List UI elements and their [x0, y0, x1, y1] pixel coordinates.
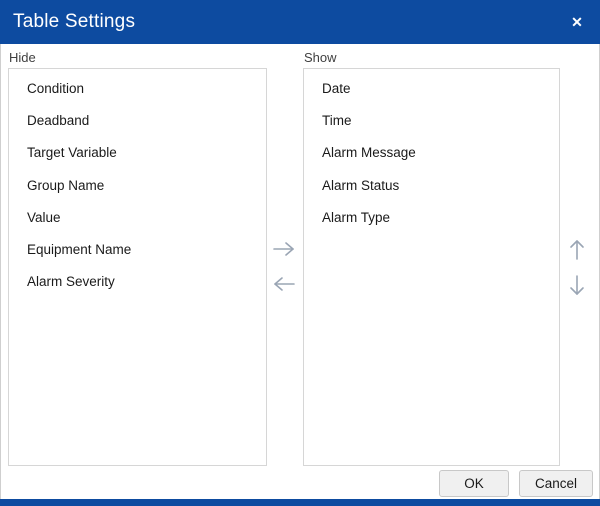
hide-list-item[interactable]: Target Variable — [9, 137, 266, 169]
move-down-button[interactable] — [563, 272, 591, 298]
hide-list-item[interactable]: Condition — [9, 72, 266, 104]
hide-list-item[interactable]: Value — [9, 201, 266, 233]
up-arrow-icon — [569, 239, 585, 261]
close-icon: ✕ — [571, 15, 583, 29]
dialog-titlebar: Table Settings — [0, 0, 600, 44]
show-list-label: Show — [304, 50, 337, 65]
down-arrow-icon — [569, 274, 585, 296]
dialog-bottom-accent-strip — [0, 499, 600, 506]
hide-list-label: Hide — [9, 50, 36, 65]
show-list-item[interactable]: Alarm Status — [304, 169, 559, 201]
move-to-hide-button[interactable] — [270, 271, 298, 297]
right-arrow-icon — [272, 241, 296, 257]
show-list-item[interactable]: Alarm Type — [304, 201, 559, 233]
hide-list-item[interactable]: Group Name — [9, 169, 266, 201]
hide-list-item[interactable]: Deadband — [9, 104, 266, 136]
show-list-item[interactable]: Date — [304, 72, 559, 104]
dialog-title: Table Settings — [0, 11, 135, 33]
left-arrow-icon — [272, 276, 296, 292]
move-to-show-button[interactable] — [270, 236, 298, 262]
table-settings-dialog: Table Settings ✕ Hide Show Condition Dea… — [0, 0, 600, 506]
move-up-button[interactable] — [563, 237, 591, 263]
show-list-item[interactable]: Alarm Message — [304, 137, 559, 169]
ok-button[interactable]: OK — [439, 470, 509, 497]
hide-listbox[interactable]: Condition Deadband Target Variable Group… — [8, 68, 267, 466]
hide-list-item[interactable]: Equipment Name — [9, 233, 266, 265]
cancel-button[interactable]: Cancel — [519, 470, 593, 497]
show-listbox[interactable]: Date Time Alarm Message Alarm Status Ala… — [303, 68, 560, 466]
close-button[interactable]: ✕ — [563, 0, 591, 44]
show-list-item[interactable]: Time — [304, 104, 559, 136]
hide-list-item[interactable]: Alarm Severity — [9, 266, 266, 298]
